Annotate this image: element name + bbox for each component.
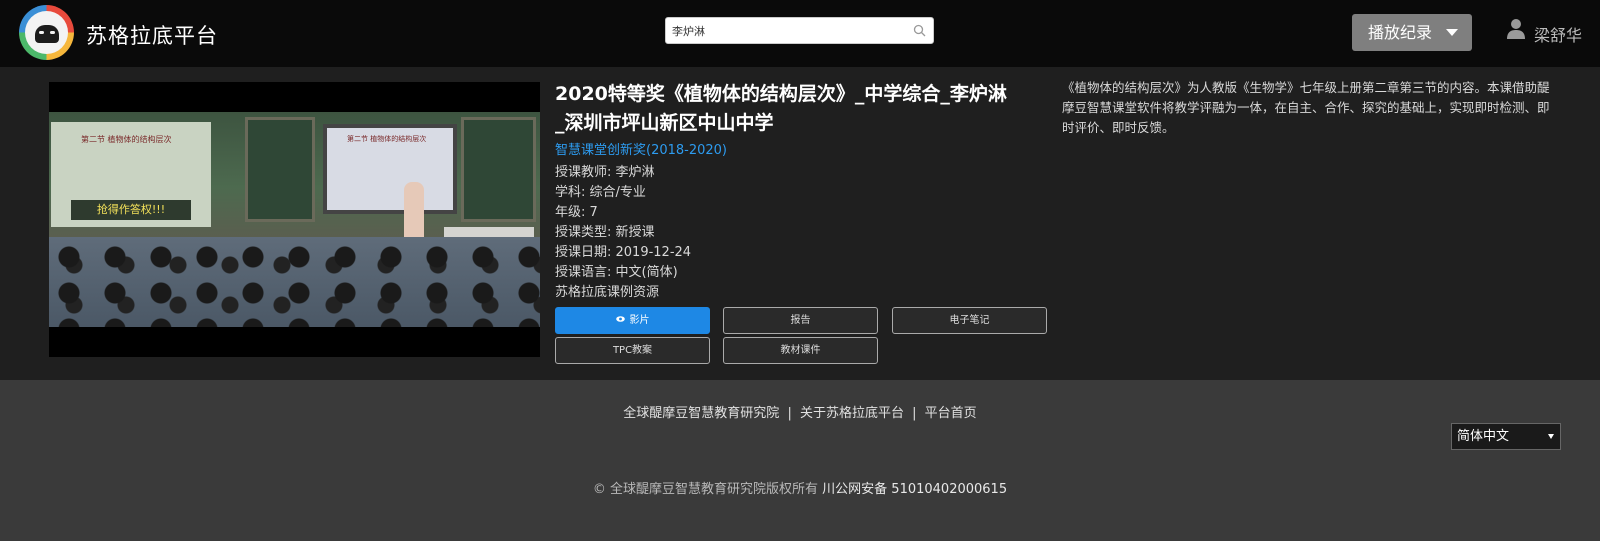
info-subject: 学科: 综合/专业	[555, 185, 646, 200]
user-icon[interactable]	[1506, 18, 1526, 40]
students-area	[49, 237, 540, 327]
video-title-line1: 2020特等奖《植物体的结构层次》_中学综合_李炉淋	[555, 83, 1007, 105]
brand-title[interactable]: 苏格拉底平台	[86, 20, 218, 50]
info-grade: 年级: 7	[555, 205, 598, 220]
report-button[interactable]: 报告	[723, 307, 878, 334]
info-class-type: 授课类型: 新授课	[555, 225, 655, 240]
play-history-button[interactable]: 播放纪录	[1352, 14, 1472, 51]
logo-eye-left	[39, 31, 44, 34]
user-name[interactable]: 梁舒华	[1534, 22, 1582, 46]
slide-sticker: 抢得作答权!!!	[71, 200, 191, 220]
chalkboard-right	[461, 117, 536, 222]
search-icon[interactable]	[913, 24, 926, 37]
chevron-down-icon	[1548, 434, 1554, 439]
video-title: 2020特等奖《植物体的结构层次》_中学综合_李炉淋 _深圳市坪山新区中山中学	[555, 80, 1055, 138]
language-select-value: 简体中文	[1457, 429, 1510, 444]
logo-inner	[25, 11, 68, 54]
notes-button[interactable]: 电子笔记	[892, 307, 1047, 334]
footer-links: 全球醍摩豆智慧教育研究院 | 关于苏格拉底平台 | 平台首页	[0, 402, 1600, 421]
slide-board: 第二节 植物体的结构层次 抢得作答权!!!	[51, 122, 211, 227]
search-input[interactable]	[672, 22, 902, 40]
info-date: 授课日期: 2019-12-24	[555, 245, 692, 260]
projector-screen: 第二节 植物体的结构层次	[323, 124, 457, 214]
copyright: © 全球醍摩豆智慧教育研究院版权所有 川公网安备 51010402000615	[0, 478, 1600, 497]
chevron-down-icon	[1446, 29, 1458, 36]
info-teacher: 授课教师: 李炉淋	[555, 165, 655, 180]
icp-record-link[interactable]: 川公网安备 51010402000615	[822, 482, 1007, 497]
footer-separator: |	[787, 406, 792, 421]
materials-button[interactable]: 教材课件	[723, 337, 878, 364]
footer-link-home[interactable]: 平台首页	[925, 406, 977, 421]
info-resource: 苏格拉底课例资源	[555, 285, 660, 300]
top-bar: 苏格拉底平台 播放纪录 梁舒华	[0, 0, 1600, 67]
play-history-label: 播放纪录	[1368, 23, 1433, 42]
footer-link-about[interactable]: 关于苏格拉底平台	[800, 406, 904, 421]
eye-icon	[615, 316, 625, 322]
video-button[interactable]: 影片	[555, 307, 710, 334]
copyright-text: © 全球醍摩豆智慧教育研究院版权所有	[592, 482, 819, 497]
logo-mascot	[35, 25, 59, 43]
video-thumbnail[interactable]: 第二节 植物体的结构层次 抢得作答权!!! 第二节 植物体的结构层次	[49, 82, 540, 357]
footer-link-institute[interactable]: 全球醍摩豆智慧教育研究院	[623, 406, 779, 421]
info-language: 授课语言: 中文(简体)	[555, 265, 678, 280]
search-box[interactable]	[665, 17, 934, 44]
chalkboard	[245, 117, 315, 222]
video-button-label: 影片	[629, 315, 650, 326]
screen-title: 第二节 植物体的结构层次	[347, 135, 427, 143]
award-link[interactable]: 智慧课堂创新奖(2018-2020)	[555, 139, 727, 158]
logo-eye-right	[50, 31, 55, 34]
tpc-lesson-plan-button[interactable]: TPC教案	[555, 337, 710, 364]
video-description: 《植物体的结构层次》为人教版《生物学》七年级上册第二章第三节的内容。本课借助醍摩…	[1062, 80, 1550, 135]
language-select[interactable]: 简体中文	[1451, 423, 1561, 450]
slide-board-title: 第二节 植物体的结构层次	[81, 135, 172, 144]
video-detail-panel: 第二节 植物体的结构层次 抢得作答权!!! 第二节 植物体的结构层次 2020特…	[0, 67, 1600, 380]
footer-separator: |	[912, 406, 917, 421]
platform-logo[interactable]	[19, 5, 74, 60]
classroom-scene: 第二节 植物体的结构层次 抢得作答权!!! 第二节 植物体的结构层次	[49, 112, 540, 327]
video-title-line2: _深圳市坪山新区中山中学	[555, 112, 774, 134]
